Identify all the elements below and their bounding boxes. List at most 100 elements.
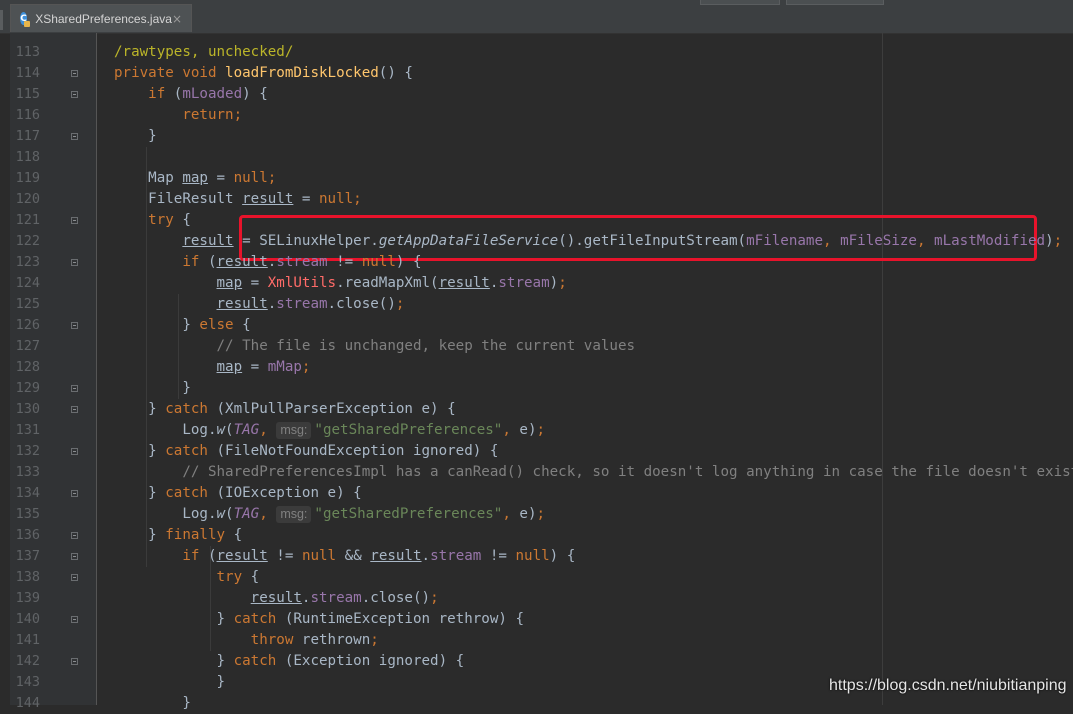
- code-token: {: [233, 527, 243, 543]
- line-number: 127: [15, 338, 40, 354]
- fold-marker-icon[interactable]: [71, 553, 78, 560]
- code-token: loadFromDiskLocked: [225, 65, 379, 81]
- code-token: // SharedPreferencesImpl has a canRead()…: [182, 464, 1073, 480]
- code-token: result: [250, 590, 302, 606]
- code-token: {: [250, 569, 260, 585]
- code-token: {: [242, 317, 251, 333]
- code-token: (: [225, 506, 234, 522]
- code-token: w: [216, 506, 226, 522]
- close-icon[interactable]: ×: [172, 12, 182, 26]
- toolbar-button[interactable]: [786, 0, 884, 5]
- fold-marker-icon[interactable]: [71, 217, 78, 224]
- line-number: 125: [15, 296, 40, 312]
- code-token: e): [519, 506, 537, 522]
- code-token: stream: [276, 296, 328, 312]
- code-token: (XmlPullParserException e) {: [216, 401, 456, 417]
- code-token: =: [293, 191, 319, 207]
- code-token: ): [549, 275, 559, 291]
- code-token: (: [225, 422, 234, 438]
- code-token: null: [361, 254, 396, 270]
- fold-marker-icon[interactable]: [71, 133, 78, 140]
- code-token: =: [242, 275, 268, 291]
- code-token: Map: [114, 170, 183, 186]
- editor-tab-bar: C XSharedPreferences.java ×: [0, 0, 1073, 34]
- toolbar-button[interactable]: [700, 0, 780, 5]
- code-token: ,: [502, 422, 520, 438]
- code-token: result: [438, 275, 490, 291]
- code-token: = SELinuxHelper.: [233, 233, 379, 249]
- code-token: ;: [1053, 233, 1063, 249]
- line-number: 129: [15, 380, 40, 396]
- code-line: Log.w(TAG, msg: "getSharedPreferences", e…: [114, 504, 545, 525]
- code-token: ;: [536, 422, 546, 438]
- line-number: 130: [15, 401, 40, 417]
- tab-title: XSharedPreferences.java: [35, 11, 172, 26]
- line-number: 132: [15, 443, 40, 459]
- fold-marker-icon[interactable]: [71, 259, 78, 266]
- fold-marker-icon[interactable]: [71, 574, 78, 581]
- code-token: }: [114, 317, 200, 333]
- code-token: catch: [233, 611, 285, 627]
- line-number: 119: [15, 170, 40, 186]
- code-line: }: [114, 378, 191, 399]
- code-token: }: [114, 443, 166, 459]
- fold-marker-icon[interactable]: [71, 322, 78, 329]
- code-line: } finally {: [114, 525, 242, 546]
- tab-xsharedpreferences[interactable]: C XSharedPreferences.java ×: [10, 4, 192, 32]
- code-line: if (mLoaded) {: [114, 84, 268, 105]
- code-token: ,: [916, 233, 935, 249]
- fold-marker-icon[interactable]: [71, 616, 78, 623]
- code-line: } catch (XmlPullParserException e) {: [114, 399, 456, 420]
- line-number: 116: [15, 107, 40, 123]
- fold-marker-icon[interactable]: [71, 490, 78, 497]
- code-token: null;: [319, 191, 362, 207]
- code-line: } catch (IOException e) {: [114, 483, 362, 504]
- code-token: ;: [558, 275, 567, 291]
- code-line: if (result != null && result.stream != n…: [114, 546, 575, 567]
- line-number: 142: [15, 653, 40, 669]
- fold-marker-icon[interactable]: [71, 91, 78, 98]
- code-token: }: [114, 380, 191, 396]
- parameter-hint: msg:: [276, 506, 312, 523]
- code-token: catch: [233, 653, 285, 669]
- line-number: 114: [15, 65, 40, 81]
- line-number: 144: [15, 695, 40, 711]
- code-token: ,: [259, 506, 277, 522]
- code-token: }: [114, 653, 234, 669]
- fold-marker-icon[interactable]: [71, 532, 78, 539]
- code-token: ,: [259, 422, 277, 438]
- code-token: =: [242, 359, 268, 375]
- code-token: Log.: [114, 422, 217, 438]
- code-token: stream: [430, 548, 482, 564]
- code-token: return;: [182, 107, 243, 123]
- line-number: 126: [15, 317, 40, 333]
- code-token: result: [370, 548, 422, 564]
- code-token: }: [114, 674, 226, 690]
- code-token: null;: [233, 170, 277, 186]
- code-token: ().getFileInputStream(: [558, 233, 747, 249]
- code-token: }: [114, 401, 166, 417]
- fold-marker-icon[interactable]: [71, 448, 78, 455]
- fold-marker-icon[interactable]: [71, 70, 78, 77]
- code-token: mLoaded: [182, 86, 243, 102]
- fold-marker-icon[interactable]: [71, 385, 78, 392]
- fold-marker-icon[interactable]: [71, 658, 78, 665]
- code-line: result.stream.close();: [114, 294, 405, 315]
- code-token: finally: [165, 527, 234, 543]
- watermark-text: https://blog.csdn.net/niubitianping: [829, 677, 1067, 694]
- code-token: ;: [395, 296, 405, 312]
- code-token: .readMapXml(: [336, 275, 439, 291]
- fold-marker-icon[interactable]: [71, 406, 78, 413]
- code-token: result: [242, 191, 294, 207]
- line-number: 124: [15, 275, 40, 291]
- code-token: mFileSize: [840, 233, 917, 249]
- tab-bar-left-edge: [0, 10, 3, 30]
- code-token: (RuntimeException rethrow) {: [284, 611, 525, 627]
- code-token: try: [148, 212, 183, 228]
- code-token: e): [519, 422, 537, 438]
